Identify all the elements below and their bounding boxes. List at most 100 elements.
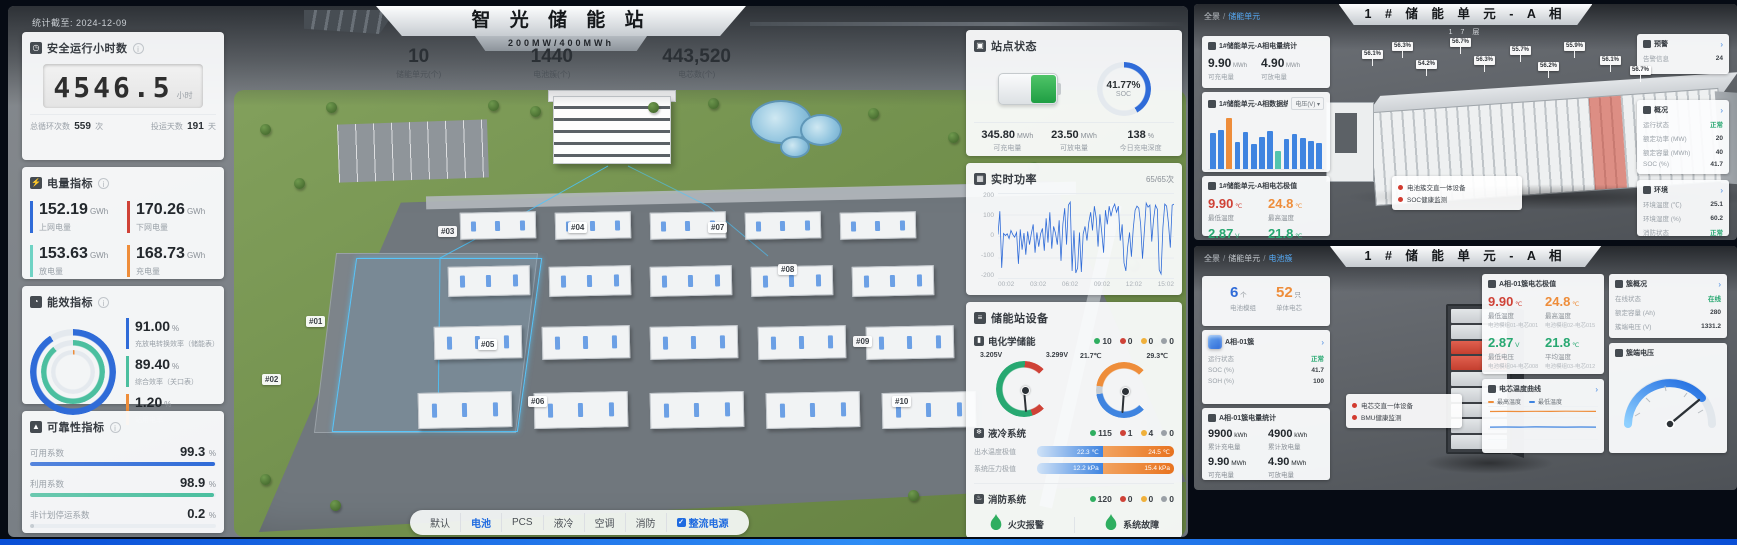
soc-rack-tag-value[interactable]: 56.2% xyxy=(1538,62,1559,71)
storage-container[interactable] xyxy=(758,325,847,360)
soc-rack-tag-value[interactable]: 56.7% xyxy=(1630,66,1651,75)
extreme-stat: 2.87 V最低电压电池模组04-电芯008 xyxy=(1488,335,1541,370)
soc-rack-tag-value[interactable]: 56.1% xyxy=(1362,50,1383,59)
card-title: A相-01簇电量统计 xyxy=(1219,413,1276,423)
energy-value: 170.26GWh xyxy=(136,201,216,220)
breadcrumb-item-1[interactable]: 全景 xyxy=(1204,12,1220,21)
breadcrumb-item-2[interactable]: 储能单元 xyxy=(1228,254,1260,263)
storage-container[interactable] xyxy=(650,391,745,429)
info-row-value: 24 xyxy=(1716,55,1723,62)
toolbar-item-整流电源[interactable]: ✓整流电源 xyxy=(667,513,739,532)
breadcrumb-item-2[interactable]: 储能单元 xyxy=(1228,12,1260,21)
soc-rack-tag[interactable]: 55.9% xyxy=(1564,42,1585,58)
info-row-value: 41.7 xyxy=(1311,367,1324,374)
chart-bar xyxy=(1308,141,1314,169)
storage-container[interactable] xyxy=(555,211,632,240)
legend-item: 电芯交直一体设备 xyxy=(1352,400,1456,410)
info-row-value: 100 xyxy=(1313,378,1324,385)
info-row: 告警信息24 xyxy=(1643,53,1723,63)
breadcrumb-item-1[interactable]: 全景 xyxy=(1204,254,1220,263)
status-dot xyxy=(1120,338,1126,344)
stat-date: 统计截至: 2024-12-09 xyxy=(32,16,127,29)
site-stat: 345.80 MWh可充电量 xyxy=(974,129,1041,153)
info-icon[interactable]: i xyxy=(133,43,144,54)
fire-status-item: 系统故障 xyxy=(1104,514,1159,535)
info-icon[interactable]: i xyxy=(98,178,109,189)
storage-container[interactable] xyxy=(745,211,822,240)
info-icon[interactable]: i xyxy=(110,422,121,433)
soc-rack-tag-value[interactable]: 56.1% xyxy=(1600,56,1621,65)
energy-value: 153.63GWh xyxy=(39,245,119,264)
storage-container[interactable] xyxy=(766,391,861,429)
cluster-title: 1 # 储 能 单 元 - A 相 - 0 1 簇 xyxy=(1330,246,1602,267)
info-row-label: 额定功率 (MW) xyxy=(1643,133,1687,143)
breadcrumb-separator: / xyxy=(1223,12,1225,21)
storage-container[interactable] xyxy=(542,325,631,360)
toolbar-item-液冷[interactable]: 液冷 xyxy=(544,513,585,532)
toolbar-item-空调[interactable]: 空调 xyxy=(585,513,626,532)
extreme-value: 9.90 ℃ xyxy=(1208,196,1264,211)
main-dashboard: #01#02#03#04#05#06#07#08#09#10 统计截至: 202… xyxy=(8,6,1188,537)
status-count-value: 0 xyxy=(1128,336,1133,346)
chevron-right-icon[interactable]: › xyxy=(1720,40,1723,49)
soc-rack-tag-value[interactable]: 56.7% xyxy=(1450,38,1471,47)
chevron-right-icon[interactable]: › xyxy=(1718,280,1721,289)
summary-stat-label: 电池簇(个) xyxy=(531,69,573,80)
efficiency-donut-chart xyxy=(30,329,116,415)
energy-value: 152.19GWh xyxy=(39,201,119,220)
extreme-stat: 9.90 ℃最低温度电池模组01-电芯001 xyxy=(1488,294,1541,329)
cooling-bar-label: 出水温度极值 xyxy=(974,447,1032,457)
soc-rack-tag[interactable]: 56.7% xyxy=(1450,38,1471,54)
soc-rack-tag[interactable]: 56.3% xyxy=(1474,56,1495,72)
unit-energy-stat: 9.90 MWh可充电量 xyxy=(1208,56,1247,81)
storage-container[interactable] xyxy=(418,391,513,429)
card-title: 1#储能单元-A相电量统计 xyxy=(1219,41,1297,51)
storage-container[interactable] xyxy=(534,391,629,429)
x-tick: 06:02 xyxy=(1062,281,1078,288)
toolbar-item-消防[interactable]: 消防 xyxy=(626,513,667,532)
soc-rack-tag[interactable]: 54.2% xyxy=(1416,60,1437,76)
storage-container[interactable] xyxy=(460,211,537,240)
alarm-rack-highlight[interactable] xyxy=(1589,96,1627,190)
status-count-value: 0 xyxy=(1169,428,1174,438)
toolbar-item-电池[interactable]: 电池 xyxy=(461,513,502,532)
soc-rack-tag-value[interactable]: 56.3% xyxy=(1392,42,1413,51)
checkbox-checked-icon[interactable]: ✓ xyxy=(677,518,686,527)
storage-container[interactable] xyxy=(448,265,531,297)
soc-rack-tag-value[interactable]: 55.7% xyxy=(1510,46,1531,55)
curve-legend-label: 最低温度 xyxy=(1538,397,1562,406)
status-dot xyxy=(1094,338,1100,344)
soc-rack-tag[interactable]: 56.1% xyxy=(1362,50,1383,66)
storage-container[interactable] xyxy=(840,211,917,240)
soc-rack-tag-value[interactable]: 56.3% xyxy=(1474,56,1495,65)
metric-dropdown[interactable]: 电压(V) ▾ xyxy=(1291,97,1324,110)
toolbar-item-PCS[interactable]: PCS xyxy=(502,515,544,530)
breadcrumb-separator: / xyxy=(1223,254,1225,263)
chevron-right-icon[interactable]: › xyxy=(1595,385,1598,394)
storage-container[interactable] xyxy=(852,265,935,297)
chevron-right-icon[interactable]: › xyxy=(1321,338,1324,347)
soc-rack-tag[interactable]: 56.3% xyxy=(1392,42,1413,58)
soc-rack-tag[interactable]: 56.2% xyxy=(1538,62,1559,78)
extreme-label: 最高温度 xyxy=(1545,310,1598,320)
storage-container[interactable] xyxy=(866,325,955,360)
storage-container[interactable] xyxy=(549,265,632,297)
toolbar-item-默认[interactable]: 默认 xyxy=(420,513,461,532)
chevron-right-icon[interactable]: › xyxy=(1720,106,1723,115)
soc-rack-tag[interactable]: 56.1% xyxy=(1600,56,1621,72)
card-title: 可靠性指标 xyxy=(47,419,105,435)
breadcrumb-item-3[interactable]: 电池簇 xyxy=(1268,254,1292,263)
tree xyxy=(294,178,305,189)
soc-rack-tag-value[interactable]: 55.9% xyxy=(1564,42,1585,51)
soc-rack-tag[interactable]: 56.7% xyxy=(1630,66,1651,82)
info-icon[interactable]: i xyxy=(98,297,109,308)
card-title: 电芯温度曲线 xyxy=(1499,384,1541,394)
storage-container[interactable] xyxy=(650,265,733,297)
cooling-section-header: ❄ 液冷系统 115140 xyxy=(974,426,1174,440)
cooling-bar-high: 15.4 kPa xyxy=(1103,463,1174,474)
storage-container[interactable] xyxy=(650,325,739,360)
soc-rack-tag-value[interactable]: 54.2% xyxy=(1416,60,1437,69)
chevron-right-icon[interactable]: › xyxy=(1720,186,1723,195)
soc-rack-tag[interactable]: 55.7% xyxy=(1510,46,1531,62)
status-count: 0 xyxy=(1161,336,1174,346)
